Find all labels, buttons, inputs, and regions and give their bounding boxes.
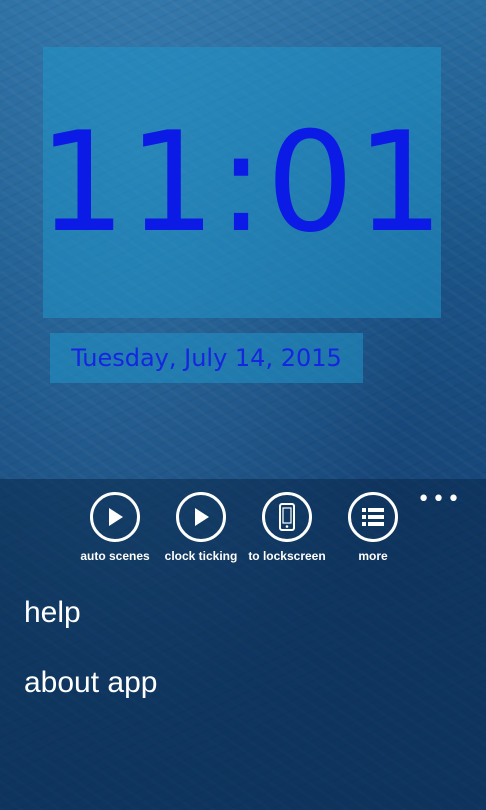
to-lockscreen-button[interactable]: to lockscreen — [244, 492, 330, 563]
app-bar: ••• auto scenes clock ticking to lockscr… — [0, 479, 486, 810]
to-lockscreen-label: to lockscreen — [248, 549, 326, 563]
menu-item-help[interactable]: help — [24, 596, 81, 630]
play-icon — [176, 492, 226, 542]
menu-item-about-app[interactable]: about app — [24, 666, 157, 700]
clock-ticking-button[interactable]: clock ticking — [158, 492, 244, 563]
clock-ticking-label: clock ticking — [164, 549, 238, 563]
app-bar-buttons: auto scenes clock ticking to lockscreen — [72, 492, 412, 572]
more-label: more — [358, 549, 388, 563]
more-ellipsis-icon[interactable]: ••• — [417, 489, 462, 511]
auto-scenes-label: auto scenes — [80, 549, 150, 563]
clock-panel: 11:01 — [38, 47, 444, 318]
auto-scenes-button[interactable]: auto scenes — [72, 492, 158, 563]
clock-time: 11:01 — [38, 101, 446, 263]
clock-date: Tuesday, July 14, 2015 — [71, 344, 342, 372]
play-icon — [90, 492, 140, 542]
date-panel: Tuesday, July 14, 2015 — [50, 333, 363, 383]
more-button[interactable]: more — [330, 492, 416, 563]
phone-icon — [262, 492, 312, 542]
list-icon — [348, 492, 398, 542]
